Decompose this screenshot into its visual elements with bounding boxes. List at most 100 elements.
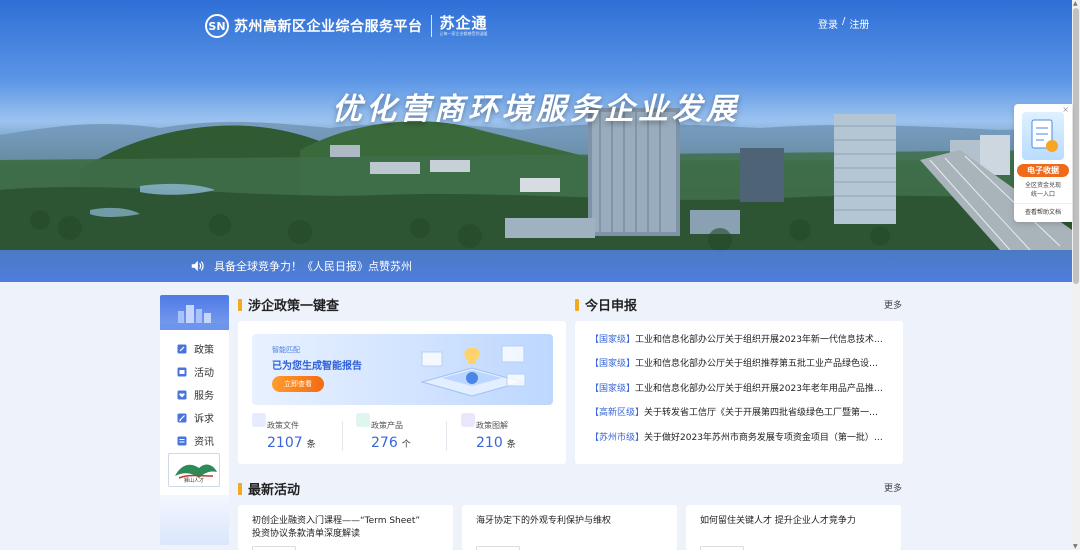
ai-report-banner[interactable]: 智能匹配 已为您生成智能报告 立即查看	[252, 334, 553, 405]
news-ticker[interactable]: 具备全球竞争力！《人民日报》点赞苏州	[0, 250, 1072, 282]
e-receipt-widget[interactable]: × 电子收据 全区资金兑现 统一入口 查看帮助文档	[1014, 104, 1072, 222]
policy-section-title: 涉企政策一键查	[248, 299, 340, 314]
stat-label: 政策产品	[371, 421, 403, 430]
item-title[interactable]: 工业和信息化部办公厅关于组织开展2023年老年用品产品推…	[635, 381, 885, 405]
list-item[interactable]: 【国家级】 工业和信息化部办公厅关于组织开展2023年新一代信息技术…	[590, 332, 903, 356]
logo-divider	[430, 15, 432, 37]
stat-divider	[342, 421, 343, 451]
level-tag: 【国家级】	[590, 359, 636, 370]
news-icon	[177, 436, 187, 445]
receipt-illustration-icon	[1022, 112, 1064, 160]
sub-brand-tagline: 让每一家企业都感受到温暖	[439, 31, 488, 36]
scroll-up-icon[interactable]: ▲	[1073, 0, 1078, 7]
sidebar-item-label: 服务	[194, 391, 214, 402]
policy-section-header: 涉企政策一键查	[238, 295, 339, 314]
item-title[interactable]: 关于做好2023年苏州市商务发展专项资金项目（第一批）…	[644, 430, 894, 454]
stat-policy-files[interactable]: 政策文件 2107 条	[252, 413, 352, 457]
item-title[interactable]: 工业和信息化部办公厅关于组织开展2023年新一代信息技术…	[635, 332, 885, 356]
sub-brand: 苏企通 让每一家企业都感受到温暖	[440, 15, 488, 37]
list-item[interactable]: 【高新区级】 关于转发省工信厅《关于开展第四批省级绿色工厂暨第一…	[590, 405, 903, 429]
heart-icon	[177, 390, 187, 399]
hero-cityscape-image	[0, 108, 1072, 252]
list-item[interactable]: 【国家级】 工业和信息化部办公厅关于组织开展2023年老年用品产品推…	[590, 381, 903, 405]
activity-card[interactable]: 海牙协定下的外观专利保护与维权	[462, 505, 677, 550]
section-bar	[238, 482, 242, 495]
level-tag: 【苏州市级】	[590, 432, 645, 443]
activity-section-header: 最新活动	[238, 479, 300, 498]
auth-separator: /	[842, 16, 846, 27]
logo-mark-icon: SN	[205, 14, 229, 38]
declaration-section-title: 今日申报	[585, 299, 638, 314]
item-title[interactable]: 关于转发省工信厅《关于开展第四批省级绿色工厂暨第一…	[644, 405, 894, 429]
sidebar-item-label: 诉求	[194, 414, 214, 425]
activity-card[interactable]: 如何留住关键人才 提升企业人才竞争力	[686, 505, 901, 550]
section-bar	[238, 298, 242, 311]
ai-title: 已为您生成智能报告	[272, 361, 362, 372]
login-link[interactable]: 登录	[818, 16, 838, 31]
declaration-section-header: 今日申报	[575, 295, 637, 314]
activity-section-title: 最新活动	[248, 483, 301, 498]
declaration-more-link[interactable]: 更多	[884, 298, 902, 311]
auth-links: 登录 / 注册	[818, 16, 869, 31]
help-doc-link[interactable]: 查看帮助文档	[1014, 203, 1072, 216]
stat-value: 210 条	[476, 435, 516, 451]
quick-nav-sidebar: 政策 活动 服务 诉求 资讯 狮山人才	[160, 295, 229, 545]
item-title[interactable]: 工业和信息化部办公厅关于组织推荐第五批工业产品绿色设…	[635, 356, 885, 380]
level-tag: 【国家级】	[590, 383, 636, 394]
register-link[interactable]: 注册	[849, 16, 869, 31]
stat-policy-products[interactable]: 政策产品 276 个	[356, 413, 456, 457]
level-tag: 【国家级】	[590, 335, 636, 345]
edit-icon	[177, 344, 187, 353]
activity-title-line1: 如何留住关键人才 提升企业人才竞争力	[700, 516, 856, 526]
page-scrollbar[interactable]: ▲ ▼	[1072, 0, 1080, 550]
scroll-down-icon[interactable]: ▼	[1073, 543, 1078, 550]
sidebar-item-news[interactable]: 资讯	[160, 429, 229, 452]
speaker-icon	[191, 260, 204, 272]
sidebar-banner	[160, 295, 229, 330]
ai-illustration-icon	[420, 345, 526, 397]
activity-thumbnail	[700, 546, 744, 550]
partner-logo-text: 狮山人才	[183, 478, 204, 484]
scrollbar-thumb[interactable]	[1073, 8, 1079, 284]
shishan-talent-logo[interactable]: 狮山人才	[168, 453, 220, 487]
activity-title-line1: 初创企业融资入门课程——“Term Sheet”	[252, 516, 421, 526]
stat-divider	[446, 421, 447, 451]
document-icon	[252, 413, 266, 427]
sidebar-item-appeal[interactable]: 诉求	[160, 406, 229, 429]
activity-more-link[interactable]: 更多	[884, 481, 902, 494]
ai-tag: 智能匹配	[272, 346, 300, 354]
stat-value: 2107 条	[267, 435, 316, 451]
stat-label: 政策图解	[476, 421, 508, 430]
activity-title-line1: 海牙协定下的外观专利保护与维权	[476, 516, 612, 526]
pen-icon	[177, 413, 187, 422]
activity-thumbnail	[252, 546, 296, 550]
sidebar-item-label: 政策	[194, 345, 214, 356]
sidebar-item-activity[interactable]: 活动	[160, 360, 229, 383]
view-report-button[interactable]: 立即查看	[272, 376, 324, 392]
activity-thumbnail	[476, 546, 520, 550]
activity-title-line2: 投资协议条款清单深度解读	[252, 529, 361, 539]
policy-card: 智能匹配 已为您生成智能报告 立即查看 政策文件 2107 条 政策产品 276 个…	[238, 321, 566, 464]
hero-slogan: 优化营商环境服务企业发展	[332, 92, 740, 127]
e-receipt-tag[interactable]: 电子收据	[1017, 164, 1069, 177]
sidebar-item-service[interactable]: 服务	[160, 383, 229, 406]
activity-card[interactable]: 初创企业融资入门课程——“Term Sheet” 投资协议条款清单深度解读	[238, 505, 453, 550]
sidebar-item-policy[interactable]: 政策	[160, 337, 229, 360]
stat-label: 政策文件	[267, 421, 299, 430]
e-receipt-desc: 全区资金兑现 统一入口	[1024, 182, 1061, 198]
sub-brand-name: 苏企通	[439, 14, 488, 32]
product-icon	[356, 413, 370, 427]
sidebar-item-label: 活动	[194, 368, 214, 379]
stat-value: 276 个	[371, 435, 411, 451]
site-logo[interactable]: SN 苏州高新区企业综合服务平台 苏企通 让每一家企业都感受到温暖	[205, 14, 488, 38]
level-tag: 【高新区级】	[590, 408, 645, 419]
site-title: 苏州高新区企业综合服务平台	[234, 19, 423, 35]
section-bar	[575, 298, 579, 311]
stat-policy-graphics[interactable]: 政策图解 210 条	[461, 413, 561, 457]
sidebar-footer-graphic	[160, 495, 229, 545]
declaration-list: 【国家级】 工业和信息化部办公厅关于组织开展2023年新一代信息技术… 【国家级】…	[575, 321, 903, 464]
list-item[interactable]: 【苏州市级】 关于做好2023年苏州市商务发展专项资金项目（第一批）…	[590, 430, 903, 454]
calendar-icon	[177, 367, 187, 376]
list-item[interactable]: 【国家级】 工业和信息化部办公厅关于组织推荐第五批工业产品绿色设…	[590, 356, 903, 380]
ticker-text[interactable]: 具备全球竞争力！《人民日报》点赞苏州	[214, 258, 412, 274]
